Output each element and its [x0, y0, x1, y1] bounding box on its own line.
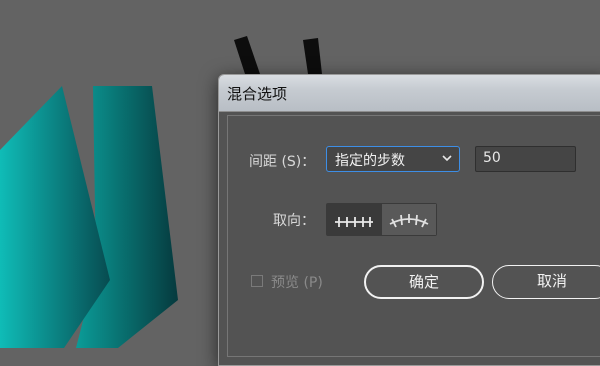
spacing-label: 间距 (S)： — [249, 154, 316, 170]
ok-button[interactable]: 确定 — [364, 265, 484, 299]
preview-label[interactable]: 预览 (P) — [271, 272, 323, 292]
spacing-steps-value: 50 — [483, 150, 501, 166]
letter-stroke-right — [303, 38, 322, 74]
dialog-title: 混合选项 — [227, 85, 288, 103]
orient-align-path-icon — [389, 214, 429, 228]
orientation-label: 取向： — [273, 213, 315, 229]
spacing-select-value: 指定的步数 — [335, 153, 405, 169]
spacing-steps-input[interactable]: 50 — [475, 146, 576, 172]
orient-align-page-button[interactable] — [327, 204, 381, 235]
orient-align-page-icon — [335, 217, 373, 227]
preview-checkbox[interactable] — [251, 275, 263, 287]
orient-align-path-button[interactable] — [381, 204, 436, 235]
spacing-select[interactable]: 指定的步数 — [326, 146, 460, 172]
blend-options-dialog: 混合选项 间距 (S)： 指定的步数 50 取向： 预览 (P) 确定 取消 — [218, 74, 600, 366]
dialog-titlebar[interactable]: 混合选项 — [219, 75, 600, 112]
cancel-button[interactable]: 取消 — [492, 265, 600, 299]
orientation-toggle-group — [326, 203, 437, 236]
letter-stroke-left — [234, 36, 260, 74]
chevron-down-icon — [442, 155, 452, 162]
